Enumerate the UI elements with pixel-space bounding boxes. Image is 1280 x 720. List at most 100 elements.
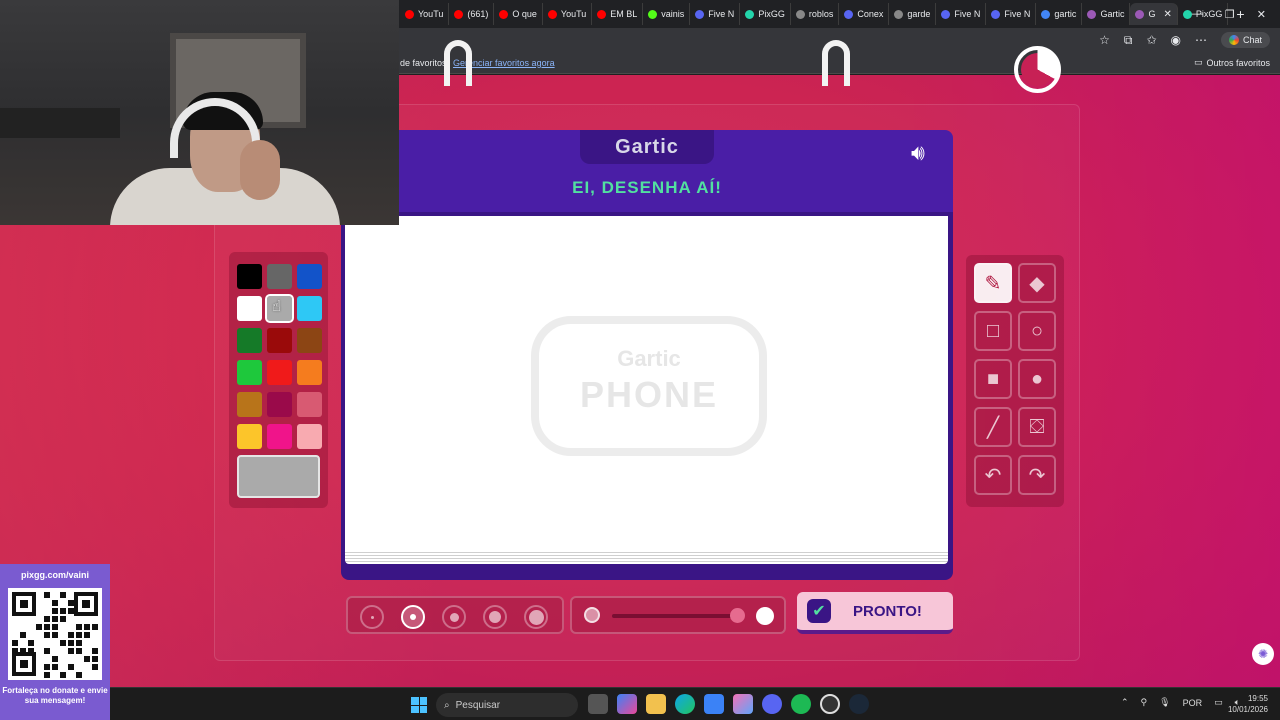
color-swatch[interactable] [267,424,292,449]
spotify-icon[interactable] [791,694,811,714]
browser-tab[interactable]: roblos [791,3,840,25]
color-swatch[interactable] [237,392,262,417]
obs-icon[interactable] [820,694,840,714]
store-icon[interactable] [704,694,724,714]
browser-tab[interactable]: vainis [643,3,691,25]
discord-icon[interactable] [762,694,782,714]
color-swatch[interactable] [297,296,322,321]
timer-icon [1014,46,1061,93]
star-icon[interactable]: ☆ [1099,33,1110,47]
browser-tab[interactable]: Five N [690,3,741,25]
browser-tab[interactable]: Five N [986,3,1037,25]
pencil-icon[interactable]: ✎ [974,263,1012,303]
browser-tab[interactable]: (661) [449,3,495,25]
copilot-app-icon[interactable] [617,694,637,714]
tab-label: Five N [954,9,981,19]
color-swatch[interactable] [297,328,322,353]
color-swatch[interactable] [267,392,292,417]
circle-fill-icon[interactable]: ● [1018,359,1056,399]
close-icon[interactable]: ✕ [1257,8,1266,21]
bucket-icon[interactable]: ⛋ [1018,407,1056,447]
color-swatch[interactable] [237,296,262,321]
color-swatch[interactable] [267,360,292,385]
color-swatch[interactable] [297,392,322,417]
favorites-icon[interactable]: ✩ [1146,33,1156,47]
tab-favicon-icon [499,9,509,19]
color-swatch[interactable] [237,264,262,289]
tab-label: PixGG [758,9,785,19]
brush-size-option[interactable] [360,605,384,629]
color-swatch[interactable] [297,264,322,289]
color-swatch[interactable] [237,328,262,353]
browser-tab[interactable]: Five N [936,3,987,25]
browser-tab[interactable]: YouTu [543,3,593,25]
notebook-ring-right [822,40,850,86]
clock-date: 10/01/2026 [1227,705,1268,714]
done-button[interactable]: ✔ PRONTO! [797,592,953,634]
drawing-canvas[interactable]: Gartic PHONE [345,216,948,550]
restore-icon[interactable]: ❐ [1225,8,1235,21]
browser-tab[interactable]: PixGG [740,3,791,25]
profile-icon[interactable]: ◉ [1171,33,1181,47]
browser-tab[interactable]: gartic [1036,3,1083,25]
rectangle-fill-icon[interactable]: ■ [974,359,1012,399]
tab-favicon-icon [405,9,414,19]
windows-start-icon[interactable] [411,697,427,713]
network-icon[interactable]: ⚲ [1141,697,1148,708]
browser-tab[interactable]: garde [889,3,937,25]
copilot-chat-button[interactable]: Chat [1220,32,1270,48]
browser-tab[interactable]: Gartic [1082,3,1131,25]
opacity-slider[interactable] [570,596,786,634]
opacity-handle[interactable] [730,608,745,623]
color-swatch[interactable] [267,264,292,289]
circle-outline-icon[interactable]: ○ [1018,311,1056,351]
redo-icon[interactable]: ↷ [1018,455,1056,495]
brush-size-option[interactable] [442,605,466,629]
minimize-icon[interactable]: — [1192,8,1203,20]
tab-label: Conex [857,9,884,19]
opacity-track[interactable] [612,614,740,618]
edge-icon[interactable] [675,694,695,714]
qr-url: pixgg.com/vaini [20,570,89,580]
brush-size-option[interactable] [483,605,507,629]
opacity-min-icon [584,607,600,623]
monitor-icon[interactable]: ▭ [1214,697,1223,708]
tab-label: (661) [467,9,489,19]
other-bookmarks[interactable]: ▭ Outros favoritos [1194,57,1270,68]
eraser-icon[interactable]: ◆ [1018,263,1056,303]
search-icon: ⌕ [444,699,450,711]
taskbar-search[interactable]: ⌕ Pesquisar [436,693,578,717]
color-swatch[interactable] [297,360,322,385]
brush-size-option[interactable] [401,605,425,629]
undo-icon[interactable]: ↶ [974,455,1012,495]
extension-side-icon[interactable]: ✺ [1252,643,1274,665]
language-indicator[interactable]: POR [1183,698,1203,708]
webcam-overlay [0,0,399,225]
task-view-icon[interactable] [588,694,608,714]
color-swatch[interactable] [237,424,262,449]
tab-favicon-icon [745,9,755,19]
line-icon[interactable]: ╱ [974,407,1012,447]
browser-tab[interactable]: G ✕ [1130,3,1178,25]
steam-icon[interactable] [849,694,869,714]
menu-icon[interactable]: ⋯ [1195,33,1207,47]
browser-tab[interactable]: EM BL [592,3,644,25]
photos-icon[interactable] [733,694,753,714]
color-swatch[interactable] [267,328,292,353]
tab-close-icon[interactable]: ✕ [1163,9,1171,20]
gartic-phone-watermark: Gartic PHONE [531,316,767,456]
microphone-icon[interactable]: 🎙︎ [1159,697,1170,708]
browser-tab[interactable]: YouTu [400,3,450,25]
extensions-icon[interactable]: ⧉ [1124,33,1133,48]
rectangle-outline-icon[interactable]: □ [974,311,1012,351]
chevron-up-icon[interactable]: ⌃ [1121,697,1129,708]
color-swatch[interactable] [297,424,322,449]
taskbar-clock[interactable]: 19:55 10/01/2026 [1228,693,1268,715]
browser-tab[interactable]: O que [494,3,543,25]
browser-tab[interactable]: Conex [839,3,890,25]
color-swatch[interactable] [237,360,262,385]
brush-size-option[interactable] [524,605,548,629]
file-explorer-icon[interactable] [646,694,666,714]
tab-label: G [1148,9,1156,19]
speaker-icon[interactable]: 🔊︎ [911,140,925,166]
